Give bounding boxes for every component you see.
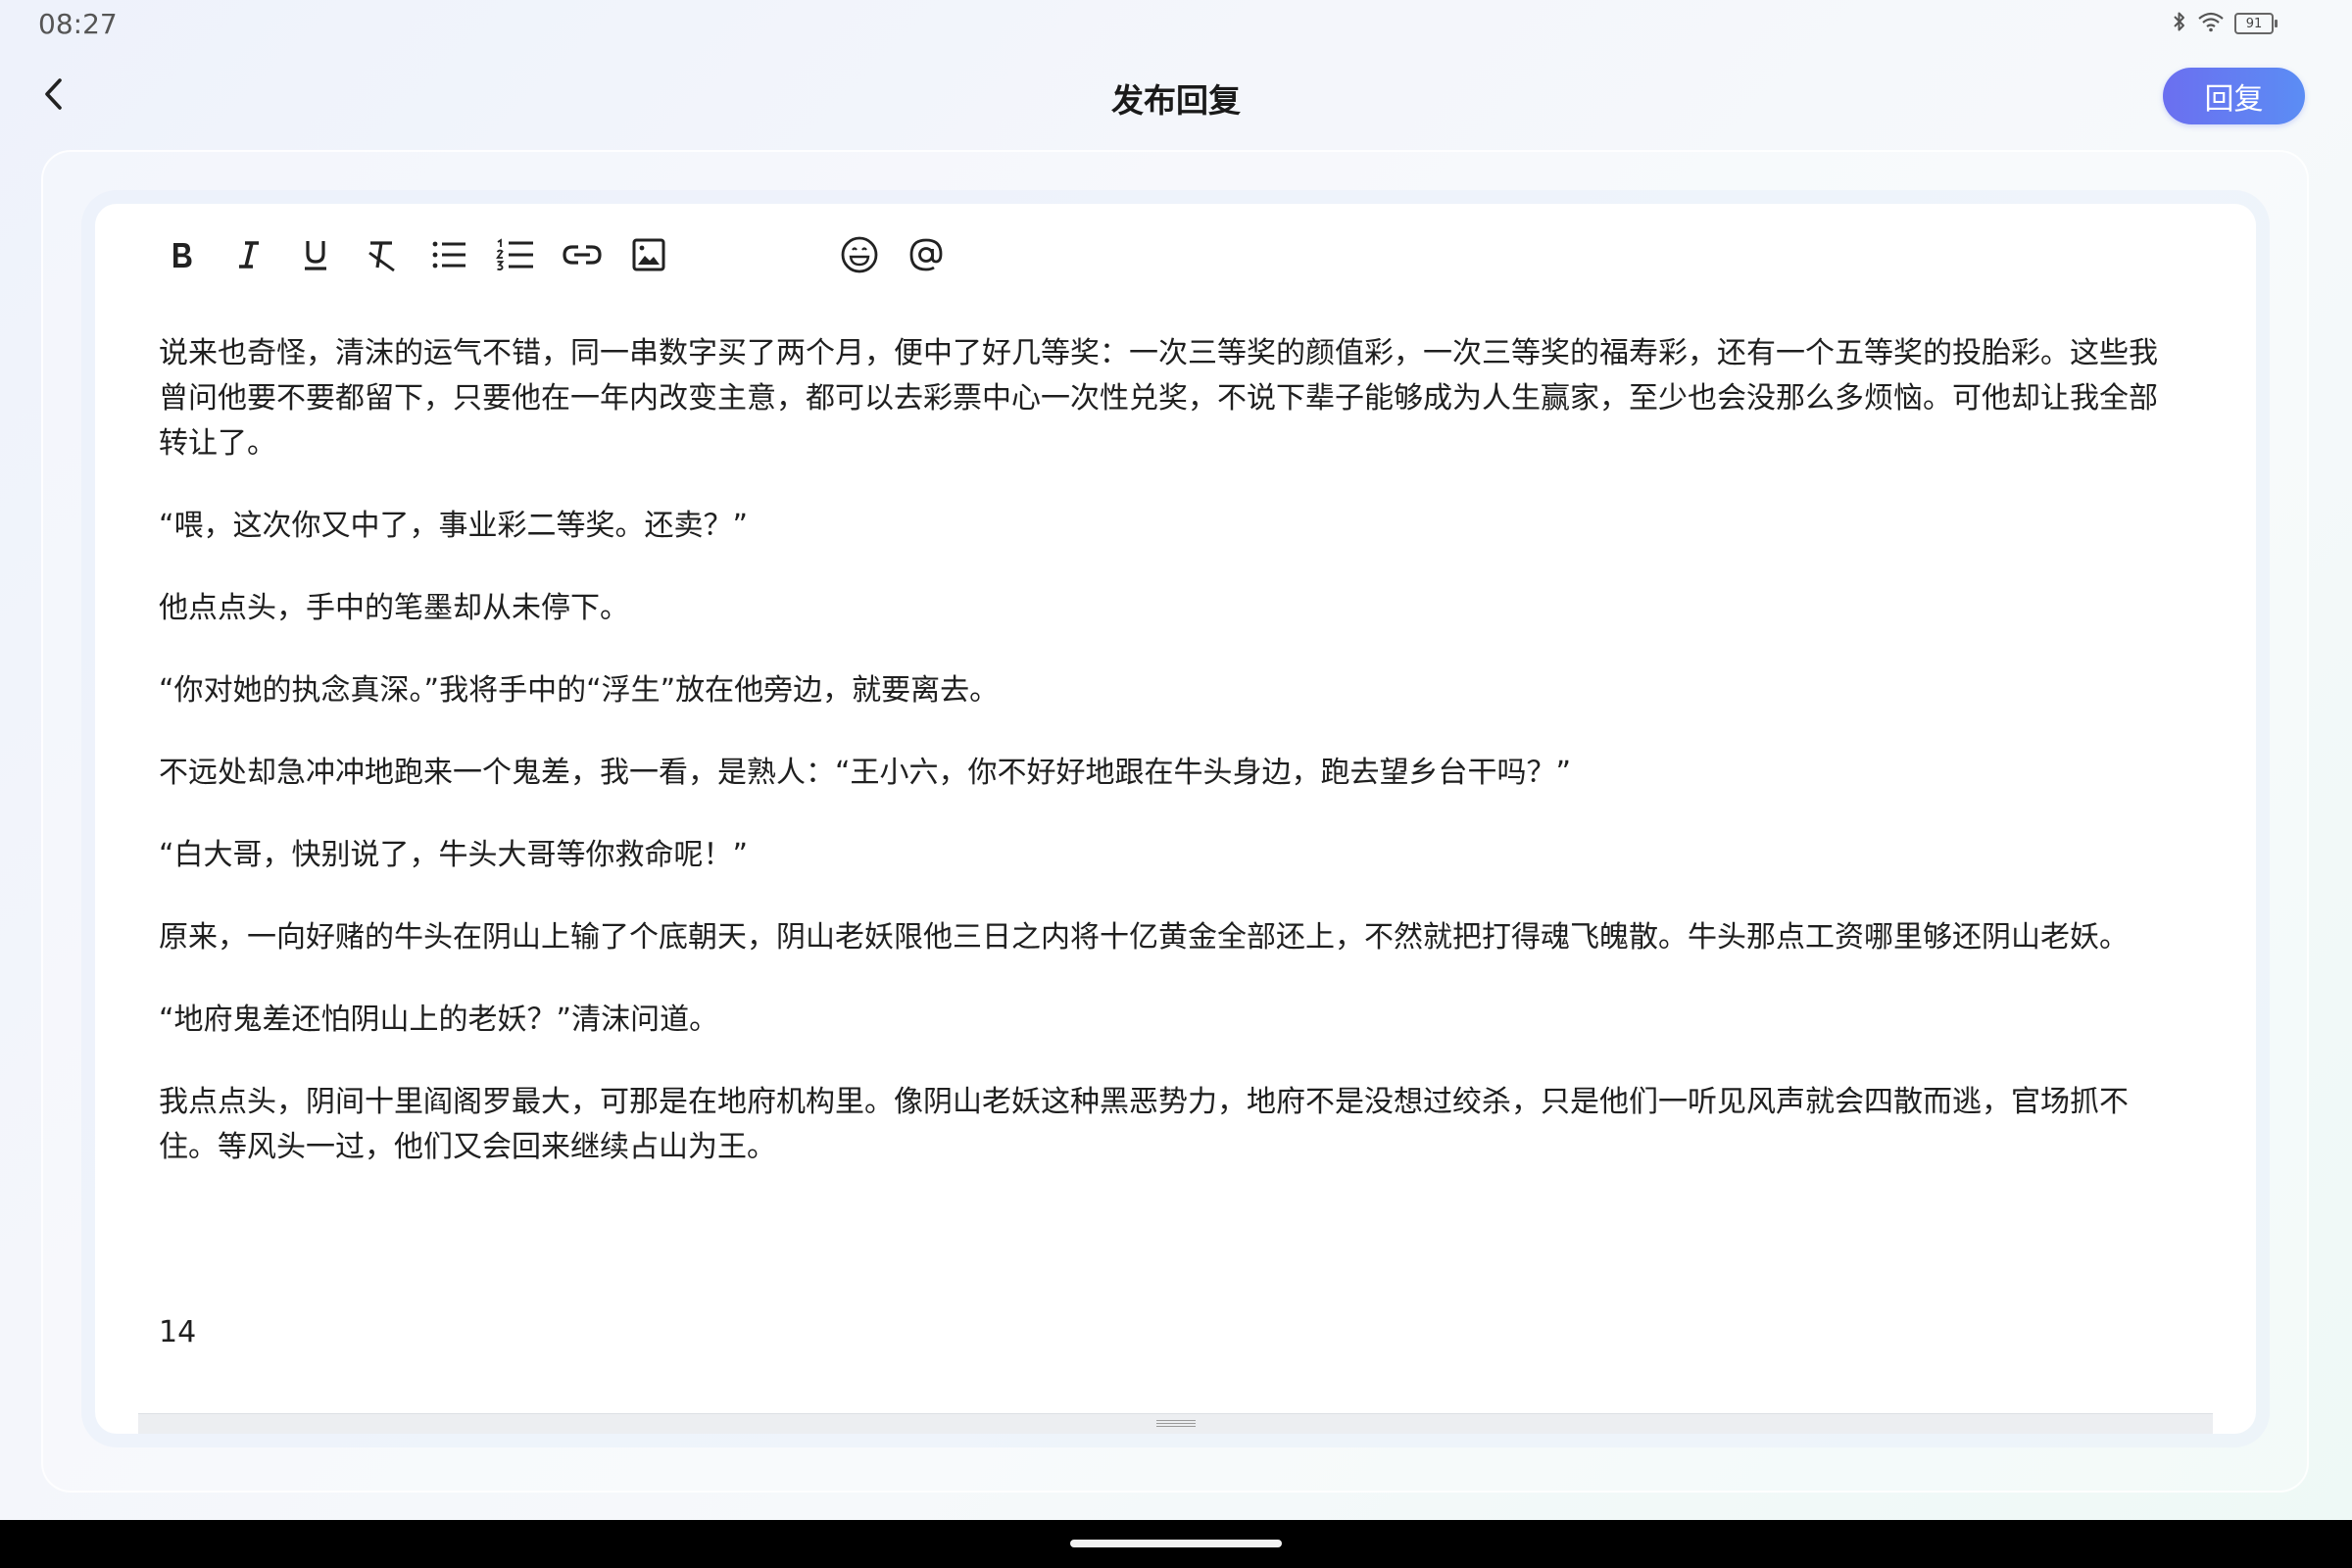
paragraph: 不远处却急冲冲地跑来一个鬼差，我一看，是熟人：“王小六，你不好好地跟在牛头身边，… — [159, 756, 1572, 790]
navigation-bar — [0, 1520, 2352, 1568]
emoji-icon — [841, 236, 878, 273]
paragraph: “白大哥，快别说了，牛头大哥等你救命呢！” — [159, 838, 749, 872]
link-button[interactable] — [557, 229, 608, 280]
link-icon — [563, 245, 602, 265]
paragraph: 原来，一向好赌的牛头在阴山上输了个底朝天，阴山老妖限他三日之内将十亿黄金全部还上… — [159, 920, 2129, 955]
section-number: 14 — [159, 1315, 197, 1349]
paragraph: “地府鬼差还怕阴山上的老妖？”清沫问道。 — [159, 1003, 719, 1037]
status-bar: 08:27 91 — [0, 0, 2352, 47]
page-title: 发布回复 — [1111, 81, 1241, 120]
format-toolbar — [95, 204, 2256, 306]
italic-button[interactable] — [223, 229, 274, 280]
status-icons: 91 — [2172, 10, 2278, 37]
reply-button[interactable]: 回复 — [2163, 68, 2305, 124]
clear-format-button[interactable] — [357, 229, 408, 280]
mention-icon — [909, 238, 943, 271]
wifi-icon — [2197, 11, 2225, 36]
mention-button[interactable] — [901, 229, 952, 280]
resize-handle[interactable] — [138, 1413, 2213, 1434]
bluetooth-icon — [2172, 10, 2187, 37]
editor-card: 说来也奇怪，清沫的运气不错，同一串数字买了两个月，便中了好几等奖：一次三等奖的颜… — [95, 204, 2256, 1434]
bullet-list-button[interactable] — [423, 229, 474, 280]
bold-icon — [173, 243, 192, 268]
bold-button[interactable] — [156, 229, 207, 280]
emoji-button[interactable] — [834, 229, 885, 280]
numbered-list-icon — [496, 238, 533, 270]
paragraph: 我点点头，阴间十里阎阁罗最大，可那是在地府机构里。像阴山老妖这种黑恶势力，地府不… — [159, 1085, 2129, 1164]
underline-button[interactable] — [290, 229, 341, 280]
clear-format-icon — [368, 241, 395, 272]
image-button[interactable] — [623, 229, 674, 280]
underline-icon — [305, 241, 326, 270]
numbered-list-button[interactable] — [490, 229, 541, 280]
status-time: 08:27 — [38, 8, 118, 40]
image-icon — [632, 238, 665, 271]
paragraph: “喂，这次你又中了，事业彩二等奖。还卖？” — [159, 509, 749, 543]
header: 发布回复 回复 — [0, 47, 2352, 145]
editor-content[interactable]: 说来也奇怪，清沫的运气不错，同一串数字买了两个月，便中了好几等奖：一次三等奖的颜… — [159, 331, 2178, 1207]
bullet-list-icon — [432, 241, 466, 269]
home-indicator[interactable] — [1070, 1540, 1282, 1547]
paragraph: 他点点头，手中的笔墨却从未停下。 — [159, 591, 629, 625]
paragraph: 说来也奇怪，清沫的运气不错，同一串数字买了两个月，便中了好几等奖：一次三等奖的颜… — [159, 336, 2158, 461]
battery-icon: 91 — [2234, 13, 2278, 34]
grip-icon — [1155, 1420, 1196, 1429]
italic-icon — [239, 241, 259, 269]
paragraph: “你对她的执念真深。”我将手中的“浮生”放在他旁边，就要离去。 — [159, 673, 1000, 708]
